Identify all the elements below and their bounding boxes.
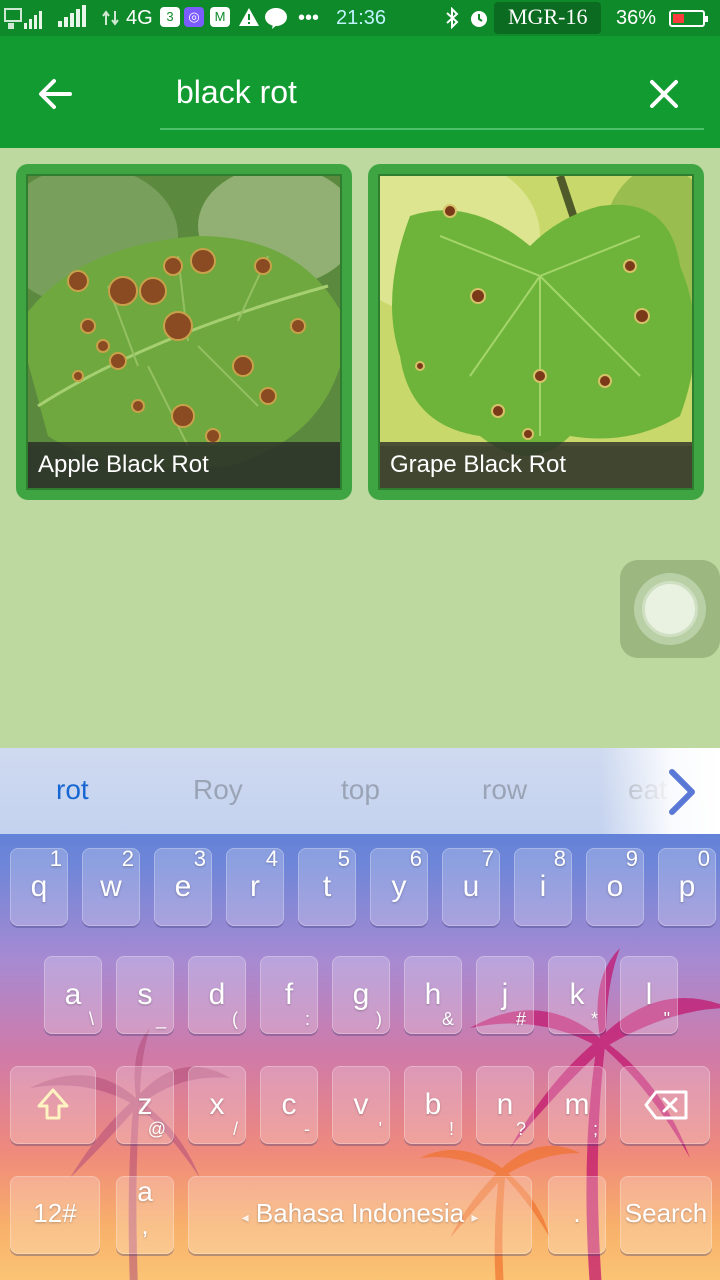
vpn-icon: ◎ <box>184 7 204 27</box>
suggestion-bar: rot Roy top row eat <box>0 748 720 834</box>
result-card-grape-black-rot[interactable]: Grape Black Rot <box>368 164 704 500</box>
suggestion-item[interactable]: top <box>341 774 380 806</box>
carrier-name: MGR-16 <box>494 2 602 34</box>
suggestion-item[interactable]: row <box>482 774 527 806</box>
result-title: Grape Black Rot <box>380 442 692 488</box>
backspace-icon <box>644 1090 688 1120</box>
back-button[interactable] <box>28 66 84 122</box>
clear-search-button[interactable] <box>636 66 692 122</box>
key-i[interactable]: i8 <box>514 846 572 926</box>
battery-icon <box>669 10 708 27</box>
suggestion-item[interactable]: Roy <box>193 774 243 806</box>
more-notifications-icon: ••• <box>298 7 320 29</box>
suggestion-item[interactable]: rot <box>56 774 89 806</box>
key-c[interactable]: c- <box>260 1066 318 1144</box>
key-w[interactable]: w2 <box>82 846 140 926</box>
search-action-key[interactable]: Search <box>620 1176 712 1254</box>
search-field <box>160 58 704 130</box>
symbols-key[interactable]: 12# <box>10 1176 100 1254</box>
period-key[interactable]: . <box>548 1176 606 1254</box>
gmail-icon: M <box>210 7 230 27</box>
signal-icon <box>58 5 86 27</box>
chevron-right-icon: ▸ <box>471 1209 479 1225</box>
more-suggestions-button[interactable] <box>660 768 704 816</box>
chevron-left-icon: ◂ <box>241 1209 249 1225</box>
key-n[interactable]: n? <box>476 1066 534 1144</box>
alarm-icon <box>468 7 490 34</box>
input-mode-icon: a <box>137 1176 153 1207</box>
key-o[interactable]: o9 <box>586 846 644 926</box>
signal-weak-icon <box>102 7 124 34</box>
search-input[interactable] <box>176 70 616 114</box>
key-d[interactable]: d( <box>188 956 246 1034</box>
network-type: 4G <box>126 7 153 29</box>
three-app-icon: 3 <box>160 7 180 27</box>
close-icon <box>650 80 678 108</box>
key-k[interactable]: k * <box>548 956 606 1034</box>
space-key[interactable]: ◂ Bahasa Indonesia ▸ <box>188 1176 532 1254</box>
screen-mirror-icon <box>4 7 44 36</box>
search-app-bar <box>0 36 720 148</box>
clock: 21:36 <box>336 7 387 29</box>
status-bar: 4G 3 ◎ M ••• 21:36 MGR-16 36% <box>0 0 720 36</box>
comma-key[interactable]: a , <box>116 1176 174 1254</box>
key-v[interactable]: v ' <box>332 1066 390 1144</box>
disease-image: Grape Black Rot <box>378 174 694 490</box>
assistive-circle-icon <box>642 581 698 637</box>
warning-icon <box>238 7 260 32</box>
shift-key[interactable] <box>10 1066 96 1144</box>
result-title: Apple Black Rot <box>28 442 340 488</box>
line-app-icon <box>264 7 288 34</box>
key-l[interactable]: l " <box>620 956 678 1034</box>
bluetooth-icon <box>444 6 460 34</box>
assistive-ring <box>634 573 706 645</box>
key-r[interactable]: r4 <box>226 846 284 926</box>
key-a[interactable]: a \ <box>44 956 102 1034</box>
soft-keyboard: rot Roy top row eat q1w2e3r4t5y6u7i8o9p0… <box>0 748 720 1280</box>
result-card-apple-black-rot[interactable]: Apple Black Rot <box>16 164 352 500</box>
battery-percent: 36% <box>616 7 657 29</box>
backspace-key[interactable] <box>620 1066 710 1144</box>
key-u[interactable]: u7 <box>442 846 500 926</box>
key-h[interactable]: h & <box>404 956 462 1034</box>
key-s[interactable]: s _ <box>116 956 174 1034</box>
key-x[interactable]: x / <box>188 1066 246 1144</box>
space-language-label: ◂ Bahasa Indonesia ▸ <box>241 1198 479 1228</box>
key-g[interactable]: g) <box>332 956 390 1034</box>
key-e[interactable]: e3 <box>154 846 212 926</box>
assistive-touch-button[interactable] <box>620 560 720 658</box>
key-m[interactable]: m; <box>548 1066 606 1144</box>
disease-image: Apple Black Rot <box>26 174 342 490</box>
key-p[interactable]: p0 <box>658 846 716 926</box>
key-f[interactable]: f: <box>260 956 318 1034</box>
key-j[interactable]: j # <box>476 956 534 1034</box>
key-t[interactable]: t5 <box>298 846 356 926</box>
key-y[interactable]: y6 <box>370 846 428 926</box>
arrow-left-icon <box>39 79 72 109</box>
key-q[interactable]: q1 <box>10 846 68 926</box>
chevron-right-icon <box>669 769 695 815</box>
key-b[interactable]: b! <box>404 1066 462 1144</box>
shift-icon <box>37 1088 69 1120</box>
key-z[interactable]: z @ <box>116 1066 174 1144</box>
